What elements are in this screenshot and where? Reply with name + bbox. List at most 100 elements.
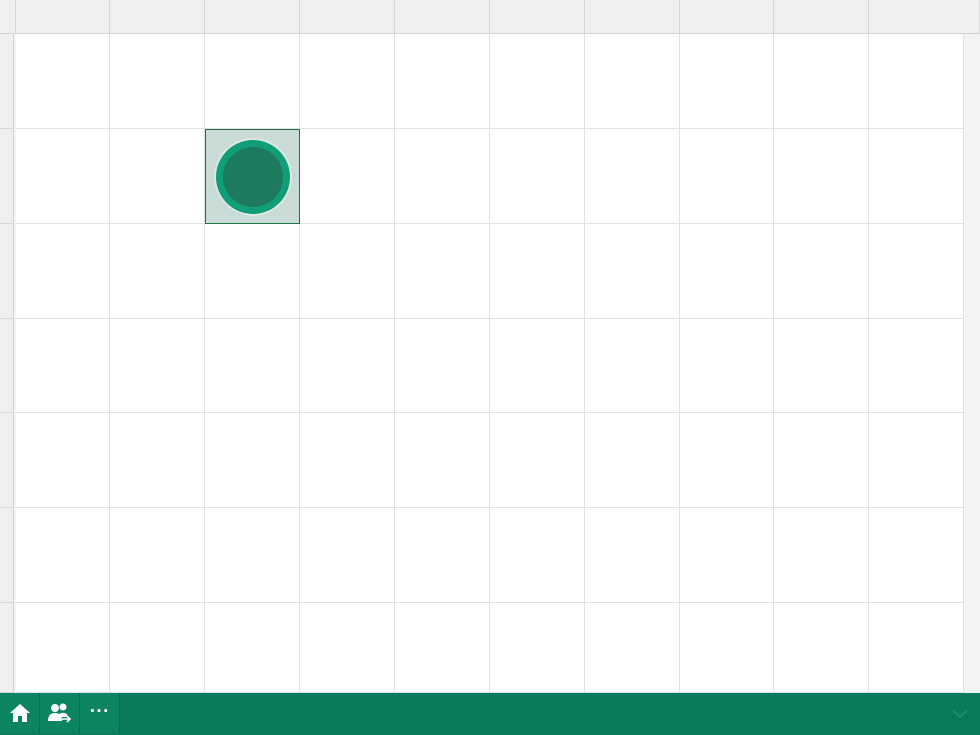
circle-marker-icon	[215, 139, 290, 214]
sheet-cell[interactable]	[585, 508, 680, 603]
sheet-cell[interactable]	[585, 413, 680, 508]
sheet-cell[interactable]	[395, 508, 490, 603]
sheet-cell[interactable]	[395, 129, 490, 224]
column-header[interactable]	[774, 0, 869, 33]
sheet-cell[interactable]	[774, 413, 869, 508]
sheet-cell[interactable]	[490, 319, 585, 413]
sheet-cell[interactable]	[490, 224, 585, 319]
sheet-cell[interactable]	[300, 224, 395, 319]
sheet-cell[interactable]	[110, 129, 205, 224]
sheet-cell[interactable]	[395, 603, 490, 693]
sheet-cell[interactable]	[774, 508, 869, 603]
sheet-cell[interactable]	[680, 319, 774, 413]
sheet-cell[interactable]	[205, 508, 300, 603]
sheet-cell[interactable]	[16, 34, 110, 129]
sheet-cell[interactable]	[869, 224, 964, 319]
sheet-cell[interactable]	[110, 508, 205, 603]
row-header[interactable]	[0, 224, 13, 319]
sheet-cell[interactable]	[774, 603, 869, 693]
sheet-cell[interactable]	[774, 224, 869, 319]
sheet-cell[interactable]	[395, 413, 490, 508]
column-header[interactable]	[395, 0, 490, 33]
sheet-cell[interactable]	[205, 603, 300, 693]
home-icon	[9, 703, 31, 723]
sheet-cell[interactable]	[490, 508, 585, 603]
sheet-cell[interactable]	[869, 603, 964, 693]
sheet-cell[interactable]	[490, 413, 585, 508]
sheet-cell[interactable]	[395, 224, 490, 319]
sheet-cell[interactable]	[869, 129, 964, 224]
sheet-cell[interactable]	[680, 129, 774, 224]
row-header[interactable]	[0, 34, 13, 129]
sheet-cell[interactable]	[205, 224, 300, 319]
sheet-cell[interactable]	[16, 319, 110, 413]
sheet-cell[interactable]	[110, 603, 205, 693]
column-header[interactable]	[490, 0, 585, 33]
sheet-cell[interactable]	[680, 413, 774, 508]
sheet-cell[interactable]	[300, 319, 395, 413]
sheet-cell[interactable]	[16, 603, 110, 693]
row-header-column	[0, 34, 14, 693]
sheet-cell[interactable]	[110, 224, 205, 319]
sheet-cell[interactable]	[585, 34, 680, 129]
sheet-cell[interactable]	[300, 129, 395, 224]
sheet-cell[interactable]	[110, 34, 205, 129]
column-header[interactable]	[205, 0, 300, 33]
column-header[interactable]	[680, 0, 774, 33]
spreadsheet-app: ···	[0, 0, 980, 735]
sheet-cell[interactable]	[300, 34, 395, 129]
row-header[interactable]	[0, 413, 13, 508]
sheet-cell[interactable]	[680, 508, 774, 603]
chevron-down-icon[interactable]	[952, 706, 968, 719]
sheet-cell[interactable]	[585, 224, 680, 319]
sheet-cell[interactable]	[869, 508, 964, 603]
more-button[interactable]: ···	[80, 693, 120, 733]
sheet-cell[interactable]	[869, 319, 964, 413]
column-header[interactable]	[869, 0, 980, 33]
row-header[interactable]	[0, 508, 13, 603]
sheet-cell[interactable]	[490, 603, 585, 693]
column-header[interactable]	[16, 0, 110, 33]
share-button[interactable]	[40, 693, 80, 733]
sheet-cell[interactable]	[774, 319, 869, 413]
sheet-cell[interactable]	[205, 319, 300, 413]
column-header-row	[0, 0, 980, 34]
right-gutter	[964, 34, 980, 693]
sheet-cell[interactable]	[300, 508, 395, 603]
sheet-cell[interactable]	[869, 413, 964, 508]
cell-grid	[16, 34, 964, 693]
sheet-cell[interactable]	[680, 34, 774, 129]
sheet-cell[interactable]	[205, 413, 300, 508]
sheet-cell[interactable]	[490, 129, 585, 224]
sheet-cell[interactable]	[680, 603, 774, 693]
sheet-cell[interactable]	[869, 34, 964, 129]
sheet-cell[interactable]	[395, 34, 490, 129]
select-all-corner[interactable]	[0, 0, 16, 33]
sheet-cell[interactable]	[395, 319, 490, 413]
sheet-cell[interactable]	[490, 34, 585, 129]
sheet-cell[interactable]	[110, 319, 205, 413]
sheet-cell[interactable]	[680, 224, 774, 319]
people-share-icon	[46, 702, 74, 724]
sheet-cell[interactable]	[774, 34, 869, 129]
sheet-cell[interactable]	[16, 129, 110, 224]
sheet-cell[interactable]	[585, 603, 680, 693]
row-header[interactable]	[0, 319, 13, 413]
row-header[interactable]	[0, 129, 13, 224]
sheet-cell[interactable]	[774, 129, 869, 224]
sheet-cell[interactable]	[585, 129, 680, 224]
sheet-cell[interactable]	[585, 319, 680, 413]
home-button[interactable]	[0, 693, 40, 733]
sheet-cell[interactable]	[16, 224, 110, 319]
sheet-cell[interactable]	[16, 508, 110, 603]
sheet-cell[interactable]	[110, 413, 205, 508]
sheet-cell[interactable]	[300, 413, 395, 508]
column-header[interactable]	[110, 0, 205, 33]
sheet-cell[interactable]	[16, 413, 110, 508]
column-header[interactable]	[585, 0, 680, 33]
sheet-cell[interactable]	[205, 34, 300, 129]
selected-cell[interactable]	[205, 129, 300, 224]
column-header[interactable]	[300, 0, 395, 33]
row-header[interactable]	[0, 603, 13, 693]
sheet-cell[interactable]	[300, 603, 395, 693]
